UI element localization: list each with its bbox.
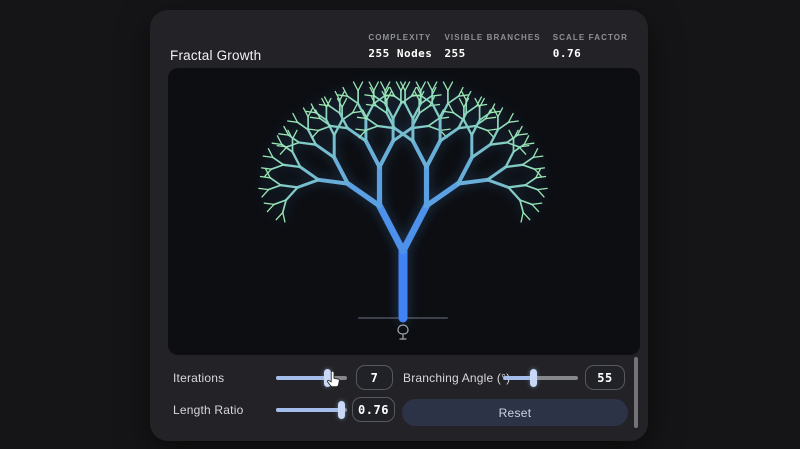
iterations-slider-thumb[interactable] bbox=[324, 369, 332, 387]
stat-visible-branches-value: 255 bbox=[444, 47, 466, 60]
fractal-canvas bbox=[168, 68, 640, 355]
branching-angle-value-box[interactable]: 55 bbox=[585, 365, 625, 390]
length-ratio-slider-fill bbox=[276, 408, 341, 412]
length-ratio-slider[interactable] bbox=[276, 401, 347, 419]
stat-complexity: COMPLEXITY 255 Nodes bbox=[368, 33, 432, 60]
tree-icon bbox=[397, 324, 409, 340]
fractal-tree-svg bbox=[258, 81, 548, 323]
stat-complexity-label: COMPLEXITY bbox=[368, 33, 432, 42]
app-title: Fractal Growth bbox=[170, 48, 262, 63]
branching-angle-slider[interactable] bbox=[503, 369, 578, 387]
iterations-slider[interactable] bbox=[276, 369, 347, 387]
iterations-value-box[interactable]: 7 bbox=[356, 365, 393, 390]
length-ratio-value-box[interactable]: 0.76 bbox=[352, 397, 395, 422]
stat-visible-branches-label: VISIBLE BRANCHES bbox=[444, 33, 541, 42]
branching-angle-label: Branching Angle (°) bbox=[403, 371, 511, 385]
length-ratio-label: Length Ratio bbox=[173, 403, 244, 417]
reset-button[interactable]: Reset bbox=[402, 399, 628, 426]
stats-bar: COMPLEXITY 255 Nodes VISIBLE BRANCHES 25… bbox=[368, 33, 628, 60]
length-ratio-slider-thumb[interactable] bbox=[337, 401, 345, 419]
branching-angle-slider-thumb[interactable] bbox=[530, 369, 537, 387]
page-background: Fractal Growth COMPLEXITY 255 Nodes VISI… bbox=[0, 0, 800, 449]
controls-scrollbar[interactable] bbox=[634, 357, 638, 428]
fractal-app-card: Fractal Growth COMPLEXITY 255 Nodes VISI… bbox=[150, 10, 648, 441]
stat-complexity-value: 255 Nodes bbox=[368, 47, 433, 60]
stat-visible-branches: VISIBLE BRANCHES 255 bbox=[444, 33, 540, 60]
stat-scale-factor-label: SCALE FACTOR bbox=[552, 33, 628, 42]
iterations-label: Iterations bbox=[173, 371, 225, 385]
branching-angle-slider-fill bbox=[503, 376, 533, 380]
stat-scale-factor-value: 0.76 bbox=[552, 47, 582, 60]
iterations-slider-fill bbox=[276, 376, 328, 380]
stat-scale-factor: SCALE FACTOR 0.76 bbox=[553, 33, 628, 60]
